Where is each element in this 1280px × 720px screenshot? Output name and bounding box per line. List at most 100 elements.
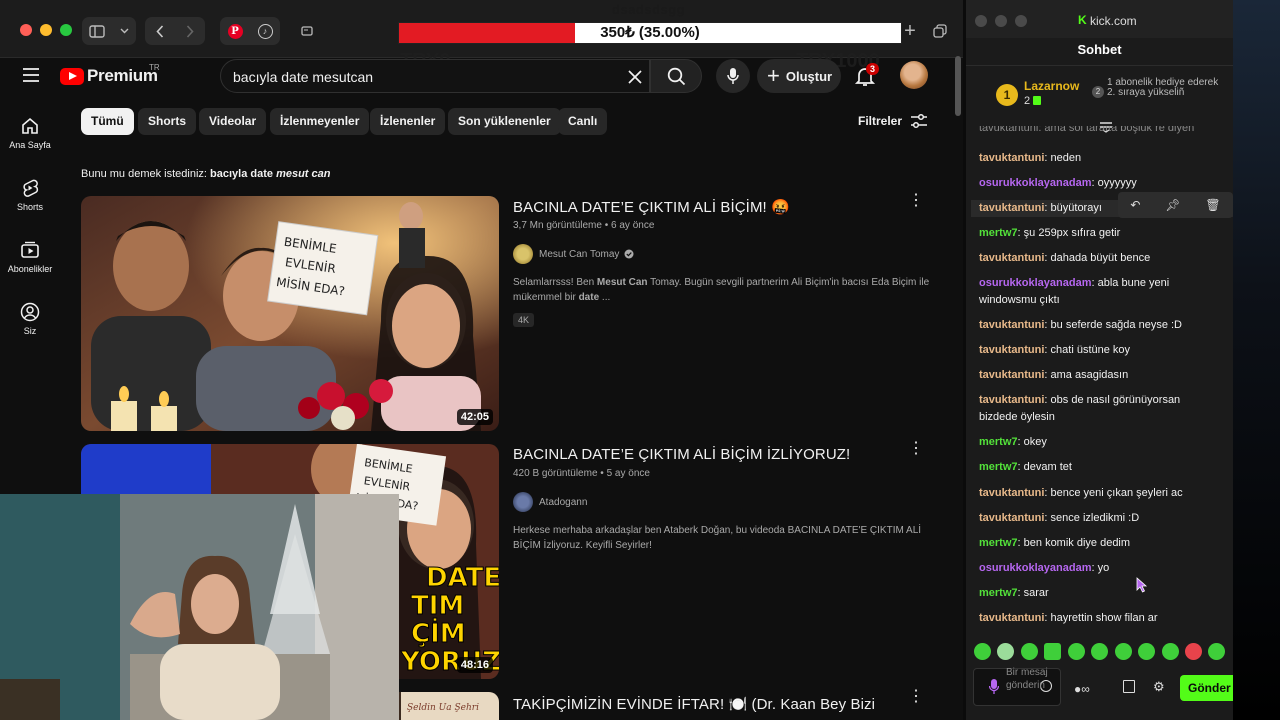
menu-icon[interactable] (22, 67, 40, 83)
close-window-button[interactable] (20, 24, 32, 36)
emote-icon[interactable] (1162, 643, 1179, 660)
chip-watched[interactable]: İzlenenler (370, 108, 446, 135)
chat-message[interactable]: osurukkoklayanadam: yo (979, 560, 1217, 577)
back-icon[interactable] (156, 24, 164, 38)
chat-message[interactable]: osurukkoklayanadam: oyyyyyy (979, 175, 1217, 192)
create-button[interactable]: + Oluştur (757, 59, 841, 93)
chat-message[interactable]: tavuktantuni: bence yeni çıkan şeyleri a… (979, 485, 1217, 502)
search-button[interactable] (650, 59, 702, 93)
tab-overview-icon[interactable] (296, 17, 318, 45)
chat-message[interactable]: mertw7: ben komik diye dedim (979, 535, 1217, 552)
more-options-2[interactable]: ⋮ (908, 441, 924, 457)
chat-username[interactable]: tavuktantuni (979, 394, 1044, 406)
chip-all[interactable]: Tümü (81, 108, 134, 135)
emote-icon[interactable] (1091, 643, 1108, 660)
channel-link-2[interactable]: Atadogann (513, 492, 587, 512)
chip-recent[interactable]: Son yüklenenler (448, 108, 561, 135)
kick-minimize-button[interactable] (995, 15, 1007, 27)
more-options-3[interactable]: ⋮ (908, 689, 924, 705)
more-options-1[interactable]: ⋮ (908, 193, 924, 209)
delete-icon[interactable]: 🗑︎ (1205, 198, 1220, 212)
chat-username[interactable]: tavuktantuni (979, 202, 1044, 214)
chip-shorts[interactable]: Shorts (138, 108, 197, 135)
chat-message[interactable]: mertw7: sarar (979, 585, 1217, 602)
emote-icon[interactable] (974, 643, 991, 660)
chat-message[interactable]: mertw7: şu 259px sıfıra getir (979, 225, 1217, 242)
chat-message[interactable]: tavuktantuni: neden (979, 150, 1217, 167)
chat-message[interactable]: tavuktantuni: sence izledikmi :D (979, 510, 1217, 527)
chat-message[interactable]: mertw7: okey (979, 434, 1217, 451)
channel-link-1[interactable]: Mesut Can Tomay (513, 244, 634, 264)
microphone-icon[interactable] (989, 679, 999, 695)
video-thumbnail-1[interactable]: BENİMLE EVLENİR MİSİN EDA? 42:05 (81, 196, 499, 431)
chat-username[interactable]: tavuktantuni (979, 612, 1044, 624)
voice-search-button[interactable] (716, 59, 750, 93)
pin-icon[interactable]: 📌︎ (1165, 198, 1180, 212)
emote-icon[interactable] (1208, 643, 1225, 660)
chat-message[interactable]: tavuktantuni: chati üstüne koy (979, 342, 1217, 359)
settings-icon[interactable]: ⚙ (1153, 679, 1165, 695)
minimize-window-button[interactable] (40, 24, 52, 36)
account-avatar[interactable] (900, 61, 928, 89)
emote-icon[interactable] (1115, 643, 1132, 660)
chat-message[interactable]: tavuktantuni: bu seferde sağda neyse :D (979, 317, 1217, 334)
clear-search-icon[interactable] (628, 70, 642, 84)
cards-icon[interactable]: ●∞ (1074, 682, 1090, 696)
music-icon[interactable]: ♪ (257, 23, 273, 39)
sidebar-toggle-button[interactable] (82, 17, 136, 45)
did-you-mean-link[interactable]: bacıyla date mesut can (210, 168, 330, 180)
kick-close-button[interactable] (975, 15, 987, 27)
chat-username[interactable]: mertw7 (979, 436, 1018, 448)
chip-live[interactable]: Canlı (558, 108, 608, 135)
emote-icon[interactable] (1138, 643, 1155, 660)
forward-icon[interactable] (186, 24, 194, 38)
nav-you[interactable]: Siz (0, 302, 60, 336)
new-tab-icon[interactable]: + (900, 17, 920, 45)
nav-subscriptions[interactable]: Abonelikler (0, 240, 60, 274)
nav-shorts[interactable]: Shorts (0, 178, 60, 212)
chat-username[interactable]: tavuktantuni (979, 152, 1044, 164)
chat-username[interactable]: mertw7 (979, 537, 1018, 549)
emote-icon[interactable] (1068, 643, 1085, 660)
top-gifter-name[interactable]: Lazarnow (1024, 79, 1079, 93)
chat-username[interactable]: tavuktantuni (979, 319, 1044, 331)
filters-button[interactable]: Filtreler (858, 113, 928, 129)
chat-message[interactable]: mertw7: devam tet (979, 459, 1217, 476)
chat-username[interactable]: mertw7 (979, 227, 1018, 239)
chat-username[interactable]: osurukkoklayanadam (979, 177, 1092, 189)
video-title-1[interactable]: BACINLA DATE’E ÇIKTIM ALİ BİÇİM! 🤬 (513, 198, 790, 216)
page-scrollbar[interactable] (955, 56, 961, 116)
tabs-grid-icon[interactable] (930, 17, 950, 45)
chat-message[interactable]: tavuktantuni: hayrettin show filan ar (979, 610, 1217, 627)
youtube-premium-logo[interactable]: Premium TR (60, 63, 160, 86)
search-input[interactable] (233, 67, 613, 87)
chat-message[interactable]: tavuktantuni: dahada büyüt bence (979, 250, 1217, 267)
shop-icon[interactable] (1123, 680, 1135, 693)
zoom-window-button[interactable] (60, 24, 72, 36)
send-button[interactable]: Gönder (1180, 675, 1233, 701)
chat-message[interactable]: tavuktantuni: ama asagidasın (979, 367, 1217, 384)
emote-icon[interactable] (997, 643, 1014, 660)
chat-username[interactable]: tavuktantuni (979, 344, 1044, 356)
pinterest-icon[interactable]: P (227, 23, 243, 39)
emote-icon[interactable] (1021, 643, 1038, 660)
chat-username[interactable]: tavuktantuni (979, 487, 1044, 499)
emote-icon[interactable] (1185, 643, 1202, 660)
chat-username[interactable]: tavuktantuni (979, 369, 1044, 381)
chip-videos[interactable]: Videolar (199, 108, 267, 135)
nav-home[interactable]: Ana Sayfa (0, 116, 60, 150)
chat-username[interactable]: mertw7 (979, 461, 1018, 473)
chat-username[interactable]: osurukkoklayanadam (979, 277, 1092, 289)
chat-username[interactable]: tavuktantuni (979, 252, 1044, 264)
chat-message[interactable]: osurukkoklayanadam: abla bune yeni windo… (979, 275, 1217, 309)
reply-icon[interactable]: ↶ (1130, 198, 1140, 212)
video-title-3[interactable]: TAKİPÇİMİZİN EVİNDE İFTAR! 🍽️ (Dr. Kaan … (513, 695, 875, 713)
chat-username[interactable]: tavuktantuni (979, 512, 1044, 524)
kick-zoom-button[interactable] (1015, 15, 1027, 27)
video-title-2[interactable]: BACINLA DATE’E ÇIKTIM ALİ BİÇİM İZLİYORU… (513, 446, 850, 463)
chat-message[interactable]: tavuktantuni: obs de nasıl görünüyorsan … (979, 392, 1217, 426)
chat-username[interactable]: osurukkoklayanadam (979, 562, 1092, 574)
chip-unwatched[interactable]: İzlenmeyenler (270, 108, 370, 135)
emote-icon[interactable] (1044, 643, 1061, 660)
chat-username[interactable]: mertw7 (979, 587, 1018, 599)
